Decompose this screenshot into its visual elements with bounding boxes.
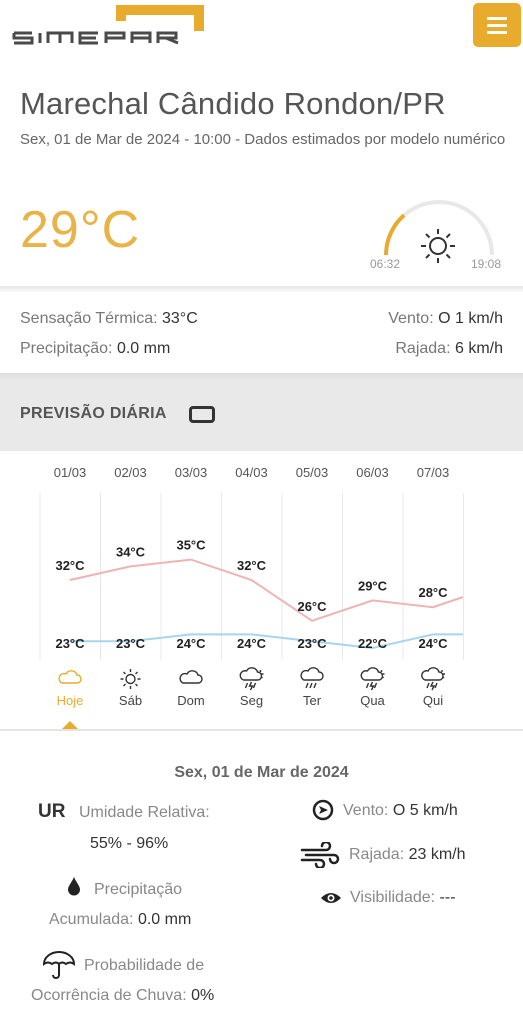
detail-visibility: Visibilidade: --- bbox=[350, 889, 456, 906]
max-temp-line bbox=[69, 558, 464, 622]
device-icon[interactable] bbox=[189, 406, 215, 423]
simepar-logo[interactable] bbox=[12, 5, 208, 47]
day-label: Seg bbox=[240, 693, 263, 708]
gust-value: 6 km/h bbox=[454, 340, 503, 357]
date-label: 05/03 bbox=[296, 465, 329, 480]
divider bbox=[0, 286, 523, 292]
detail-gust: Rajada: 23 km/h bbox=[349, 846, 466, 863]
sun-icon bbox=[421, 229, 455, 263]
menu-button[interactable] bbox=[473, 3, 521, 47]
detail-wind: Vento: O 5 km/h bbox=[343, 802, 458, 819]
day-label: Hoje bbox=[57, 693, 84, 708]
precipitation: Precipitação: 0.0 mm bbox=[20, 340, 171, 357]
min-temp-label: 23°C bbox=[116, 636, 146, 651]
precipitation-value: 0.0 mm bbox=[116, 340, 171, 357]
precip-label: Precipitação bbox=[94, 881, 183, 898]
wind-value: O 1 km/h bbox=[438, 310, 503, 327]
sunset-time: 19:08 bbox=[471, 257, 502, 271]
rain-icon bbox=[300, 667, 324, 689]
partly-cloudy-icon bbox=[58, 670, 82, 684]
divider bbox=[0, 729, 523, 731]
forecast-header: PREVISÃO DIÁRIA bbox=[0, 381, 523, 451]
max-temp-label: 34°C bbox=[116, 544, 146, 559]
precip-value: 0.0 mm bbox=[137, 911, 192, 928]
city-title: Marechal Cândido Rondon/PR bbox=[20, 86, 446, 121]
date-label: 04/03 bbox=[235, 465, 268, 480]
detail-gust-value: 23 km/h bbox=[408, 846, 466, 863]
umbrella-icon bbox=[42, 951, 76, 979]
wind-direction-icon bbox=[312, 799, 334, 821]
detail-visibility-value: --- bbox=[439, 889, 456, 906]
rain-probability-value: 0% bbox=[191, 987, 215, 1004]
gust-icon bbox=[300, 842, 340, 868]
max-temp-label: 29°C bbox=[358, 578, 388, 593]
selected-day-marker bbox=[62, 721, 78, 729]
wind: Vento: O 1 km/h bbox=[388, 310, 503, 327]
day-label: Sáb bbox=[119, 693, 142, 708]
cloud-icon bbox=[179, 670, 203, 684]
day-label: Qua bbox=[360, 693, 385, 708]
day-label: Qui bbox=[423, 693, 443, 708]
humidity-value: 55% - 96% bbox=[90, 835, 169, 852]
max-temp-label: 32°C bbox=[55, 558, 85, 573]
sunrise-time: 06:32 bbox=[370, 257, 401, 271]
thunderstorm-icon bbox=[360, 667, 385, 691]
date-label: 01/03 bbox=[54, 465, 87, 480]
min-temp-label: 24°C bbox=[418, 636, 448, 651]
min-temp-label: 24°C bbox=[176, 636, 206, 651]
divider bbox=[0, 373, 523, 381]
sun-icon bbox=[120, 669, 141, 689]
humidity-abbr: UR bbox=[38, 801, 66, 822]
max-temp-label: 32°C bbox=[237, 558, 267, 573]
min-temp-label: 23°C bbox=[55, 636, 85, 651]
thunderstorm-icon bbox=[239, 667, 264, 691]
date-label: 02/03 bbox=[114, 465, 147, 480]
min-temp-label: 22°C bbox=[358, 636, 388, 651]
humidity-label: Umidade Relativa: bbox=[79, 804, 210, 821]
day-label: Ter bbox=[303, 693, 322, 708]
rain-probability: Ocorrência de Chuva: 0% bbox=[31, 987, 215, 1004]
detail-date: Sex, 01 de Mar de 2024 bbox=[174, 764, 349, 781]
drop-icon bbox=[68, 877, 80, 896]
eye-icon bbox=[321, 893, 341, 903]
hamburger-icon bbox=[487, 16, 507, 20]
date-label: 06/03 bbox=[356, 465, 389, 480]
feels-like: Sensação Térmica: 33°C bbox=[20, 310, 198, 327]
min-temp-label: 24°C bbox=[237, 636, 267, 651]
forecast-title: PREVISÃO DIÁRIA bbox=[20, 405, 167, 422]
precip-accumulated: Acumulada: 0.0 mm bbox=[49, 911, 192, 928]
daily-forecast-chart: 01/03 02/03 03/03 04/03 05/03 06/03 07/03 32°C 3… bbox=[39, 465, 464, 729]
rain-probability-label: Probabilidade de bbox=[84, 957, 205, 974]
max-temp-label: 35°C bbox=[176, 538, 206, 553]
date-label: 07/03 bbox=[417, 465, 450, 480]
max-temp-label: 28°C bbox=[418, 585, 448, 600]
date-label: 03/03 bbox=[175, 465, 208, 480]
app-header bbox=[0, 0, 523, 68]
current-temperature: 29°C bbox=[20, 201, 141, 259]
observation-subtitle: Sex, 01 de Mar de 2024 - 10:00 - Dados e… bbox=[20, 131, 506, 148]
gust: Rajada: 6 km/h bbox=[395, 340, 503, 357]
day-label: Dom bbox=[177, 693, 204, 708]
feels-like-value: 33°C bbox=[162, 310, 198, 327]
min-temp-label: 23°C bbox=[297, 636, 327, 651]
thunderstorm-icon bbox=[421, 667, 445, 691]
max-temp-label: 26°C bbox=[297, 599, 327, 614]
detail-wind-value: O 5 km/h bbox=[392, 802, 458, 819]
